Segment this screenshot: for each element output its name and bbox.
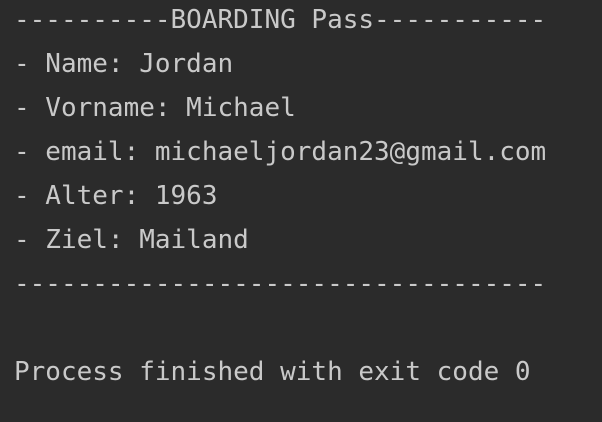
output-line-email: - email: michaeljordan23@gmail.com: [14, 137, 547, 167]
boarding-pass-footer: ----------------------------------: [14, 269, 547, 299]
output-line-alter: - Alter: 1963: [14, 181, 218, 211]
process-exit-message: Process finished with exit code 0: [14, 357, 531, 387]
output-line-name: - Name: Jordan: [14, 49, 234, 79]
console-output: ----------BOARDING Pass----------- - Nam…: [14, 0, 594, 387]
boarding-pass-header: ----------BOARDING Pass-----------: [14, 5, 547, 35]
output-line-ziel: - Ziel: Mailand: [14, 225, 249, 255]
output-line-vorname: - Vorname: Michael: [14, 93, 296, 123]
